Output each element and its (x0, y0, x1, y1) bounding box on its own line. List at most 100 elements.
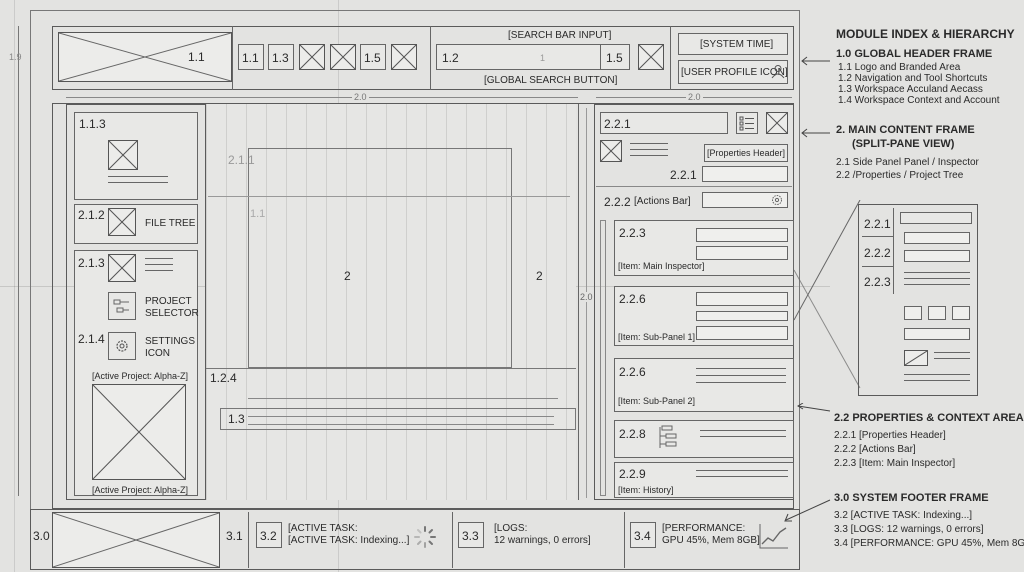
search-left-id: 1.2 (442, 51, 459, 65)
legend-sec22-item-3: 2.2.3 [Item: Main Inspector] (834, 458, 956, 469)
main-inspector-field-1[interactable] (696, 228, 788, 242)
user-profile-icon[interactable] (770, 63, 786, 79)
properties-field-1[interactable] (702, 166, 788, 182)
search-button-icon[interactable] (638, 44, 664, 70)
header-divider-3 (670, 26, 671, 90)
actions-bar-id: 2.2.2 (604, 195, 631, 209)
footer-brand-placeholder (52, 512, 220, 568)
list-view-icon[interactable] (736, 112, 758, 134)
legend-arrow-3 (796, 402, 832, 414)
search-button-label: [GLOBAL SEARCH BUTTON] (484, 75, 618, 86)
dimension-right-height (586, 108, 587, 498)
close-icon[interactable] (766, 112, 788, 134)
construction-line-v2 (14, 0, 15, 572)
zoom-field-3 (904, 328, 970, 340)
zoom-lines-2 (934, 352, 970, 364)
legend-sec1-title: 1.0 GLOBAL HEADER FRAME (836, 48, 993, 60)
dimension-main-width-label: 2.0 (352, 92, 369, 103)
nav-icon-2[interactable] (330, 44, 356, 70)
logo-id: 1.1 (188, 50, 205, 64)
zoom-cell-2 (928, 306, 946, 320)
side-card-113-id: 1.1.3 (79, 117, 106, 131)
header-divider-1 (232, 26, 233, 90)
properties-header: [Properties Header] (707, 148, 786, 158)
legend-title: MODULE INDEX & HIERARCHY (836, 27, 1015, 41)
nav-icon-1[interactable] (299, 44, 325, 70)
project-selector-label: PROJECT SELECTOR (145, 296, 199, 319)
zoom-id-3: 2.2.3 (864, 275, 891, 289)
legend-arrow-1 (800, 53, 832, 66)
search-right-id: 1.5 (606, 51, 623, 65)
legend-arrow-2 (800, 125, 832, 138)
sub-panel-2-lines (696, 368, 786, 388)
history-label: [Item: History] (618, 485, 674, 495)
logs-label: [LOGS: 12 warnings, 0 errors] (494, 523, 591, 546)
zoom-cell-1 (904, 306, 922, 320)
logo-placeholder (58, 32, 232, 82)
workspace-row-124-line (248, 398, 558, 399)
footer-divider-2 (452, 512, 453, 568)
workspace-row-13-line (248, 416, 554, 417)
legend-sec2-item-1: 2.1 Side Panel Panel / Inspector (836, 157, 979, 168)
actions-gear-icon[interactable] (770, 193, 784, 207)
workspace-divider (578, 104, 579, 500)
workspace-id-211: 2.1.1 (228, 153, 255, 167)
sub-panel-1-field-3[interactable] (696, 326, 788, 340)
logs-id: 3.3 (462, 529, 479, 543)
project-selector-icon[interactable] (108, 292, 136, 320)
properties-row-divider (596, 186, 792, 187)
tree-card-id: 2.2.8 (619, 427, 646, 441)
legend-sec2-item-2: 2.2 /Properties / Project Tree (836, 170, 964, 181)
workspace-inner-frame (248, 148, 512, 368)
file-tree-icon (108, 208, 136, 236)
workspace-id-11: 1.1 (250, 208, 266, 220)
file-tree-label: FILE TREE (145, 218, 196, 229)
history-lines (696, 470, 788, 482)
sub-panel-1-field-2[interactable] (696, 311, 788, 321)
tree-icon (656, 424, 686, 452)
active-project-image (92, 384, 186, 480)
system-time: [SYSTEM TIME] (700, 39, 774, 50)
properties-scrollbar[interactable] (600, 220, 606, 496)
zoom-field-2 (904, 250, 970, 262)
zoom-id-1: 2.2.1 (864, 217, 891, 231)
zoom-header-box (900, 212, 972, 224)
zoom-connector (793, 199, 864, 400)
nav-shortcut-3-label: 1.5 (364, 51, 381, 65)
project-selector-id: 2.1.3 (78, 256, 105, 270)
zoom-sep-1 (862, 236, 894, 237)
dimension-right-height-label: 2.0 (580, 292, 593, 303)
settings-icon[interactable] (108, 332, 136, 360)
active-project-label-1: [Active Project: Alpha-Z] (92, 371, 189, 381)
project-selector-text-lines (145, 258, 173, 276)
search-bar-label: [SEARCH BAR INPUT] (508, 30, 612, 41)
footer-id-31: 3.1 (226, 529, 243, 543)
nav-shortcut-1-label: 1.1 (242, 51, 259, 65)
legend-sec3-item-1: 3.2 [ACTIVE TASK: Indexing...] (834, 510, 973, 521)
main-inspector-field-2[interactable] (696, 246, 788, 260)
nav-icon-3[interactable] (391, 44, 417, 70)
workspace-row-13 (220, 408, 576, 430)
legend-sec3-title: 3.0 SYSTEM FOOTER FRAME (834, 492, 989, 504)
sub-panel-1-field-1[interactable] (696, 292, 788, 306)
legend-sec1-item-3: 1.3 Workspace Acculand Aecass (838, 84, 983, 95)
active-task-id: 3.2 (260, 529, 277, 543)
properties-thumb (600, 140, 622, 162)
legend-sec2-subtitle: (SPLIT-PANE VIEW) (852, 138, 955, 150)
history-id: 2.2.9 (619, 467, 646, 481)
sub-panel-1-id: 2.2.6 (619, 292, 646, 306)
side-card-113-text-lines (108, 176, 168, 188)
zoom-lines-3 (904, 374, 970, 386)
sub-panel-2-id: 2.2.6 (619, 365, 646, 379)
workspace-row-13-line2 (248, 424, 554, 425)
legend-sec22-item-1: 2.2.1 [Properties Header] (834, 430, 946, 441)
zoom-lines-1 (904, 272, 970, 290)
search-divider (600, 44, 601, 70)
workspace-id-13: 1.3 (228, 412, 245, 426)
nav-shortcut-2-label: 1.3 (272, 51, 289, 65)
main-inspector-id: 2.2.3 (619, 226, 646, 240)
header-divider-2 (430, 26, 431, 90)
legend-arrow-4 (782, 498, 832, 524)
sub-panel-1-label: [Item: Sub-Panel 1] (618, 332, 696, 342)
legend-sec1-item-2: 1.2 Navigation and Tool Shortcuts (838, 73, 988, 84)
